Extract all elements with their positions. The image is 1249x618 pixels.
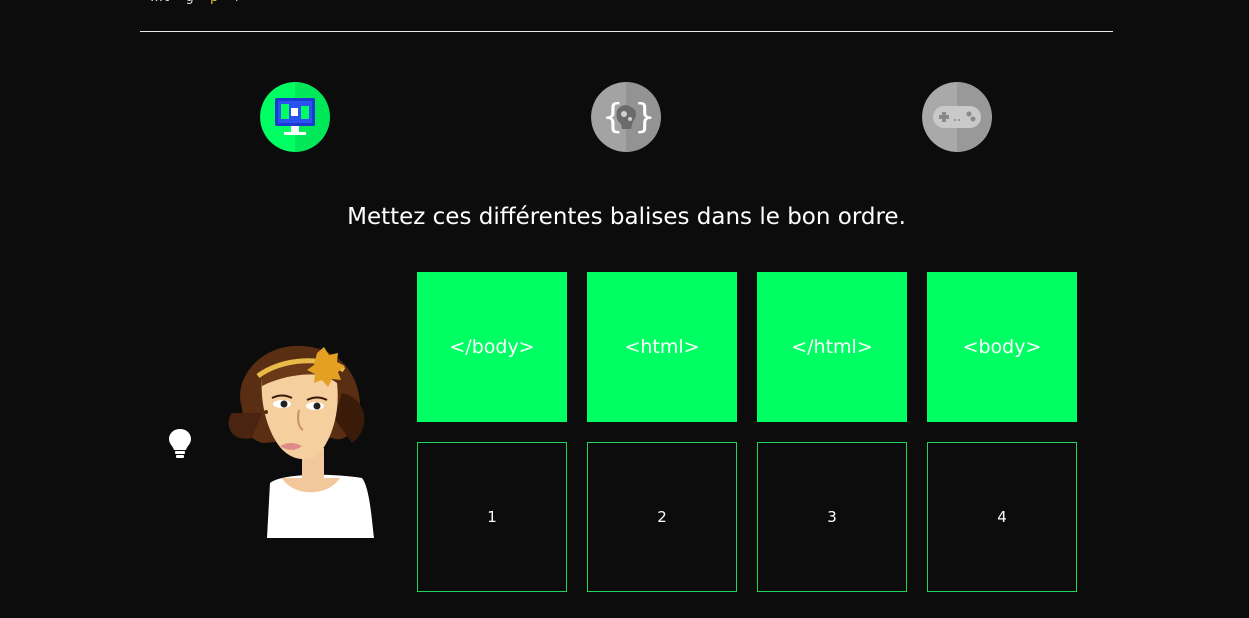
drop-slot-3[interactable]: 3 <box>757 442 907 592</box>
tag-card-1[interactable]: </body> <box>417 272 567 422</box>
tag-card-2[interactable]: <html> <box>587 272 737 422</box>
svg-text:}: } <box>634 97 656 137</box>
drop-slot-4[interactable]: 4 <box>927 442 1077 592</box>
tag-card-3[interactable]: </html> <box>757 272 907 422</box>
step-computer-icon[interactable] <box>260 82 330 152</box>
exercise-instruction: Mettez ces différentes balises dans le b… <box>347 204 906 230</box>
lightbulb-hint-icon[interactable] <box>166 426 194 462</box>
character-illustration <box>222 338 382 544</box>
top-breadcrumb-clipped: …t · g · p · i · <box>150 0 250 5</box>
drop-slot-1[interactable]: 1 <box>417 442 567 592</box>
drop-slot-2[interactable]: 2 <box>587 442 737 592</box>
breadcrumb-accent: p <box>210 0 219 5</box>
tag-card-4[interactable]: <body> <box>927 272 1077 422</box>
step-code-brain-icon[interactable]: { } <box>591 82 661 152</box>
step-gamepad-icon[interactable] <box>922 82 992 152</box>
header-divider <box>140 31 1113 32</box>
